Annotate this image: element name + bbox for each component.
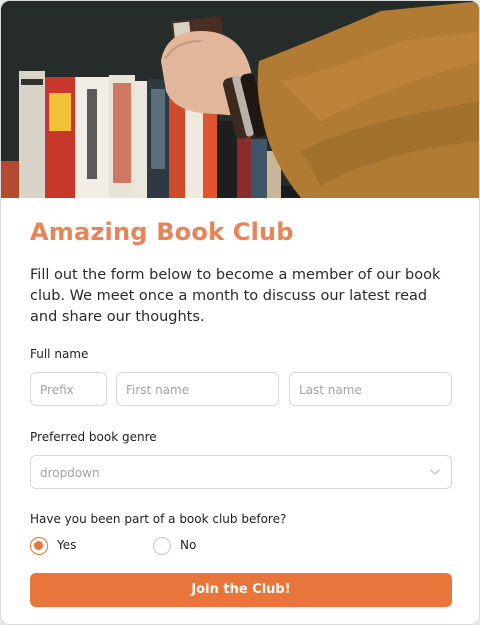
- genre-dropdown[interactable]: dropdown: [30, 455, 452, 489]
- form-area: Amazing Book Club Fill out the form belo…: [1, 198, 479, 624]
- book-club-question: Have you been part of a book club before…: [30, 512, 287, 526]
- join-club-button[interactable]: Join the Club!: [30, 573, 452, 607]
- prefix-input[interactable]: Prefix: [30, 372, 107, 406]
- intro-text: Fill out the form below to become a memb…: [30, 267, 441, 325]
- radio-yes-circle[interactable]: [30, 537, 48, 555]
- signup-card: Amazing Book Club Fill out the form belo…: [0, 0, 480, 625]
- last-name-input[interactable]: Last name: [289, 372, 452, 406]
- hero-image: [1, 1, 479, 198]
- genre-label: Preferred book genre: [30, 430, 157, 444]
- radio-no-circle[interactable]: [153, 537, 171, 555]
- first-name-input[interactable]: First name: [116, 372, 279, 406]
- radio-yes-label: Yes: [57, 538, 77, 552]
- page-title: Amazing Book Club: [30, 218, 294, 246]
- radio-no-label: No: [180, 538, 197, 552]
- full-name-label: Full name: [30, 347, 89, 361]
- radio-no[interactable]: No: [153, 537, 213, 555]
- bookshelf-photo: [1, 1, 479, 198]
- genre-placeholder: dropdown: [40, 466, 100, 480]
- radio-yes[interactable]: Yes: [30, 537, 90, 555]
- chevron-down-icon: [430, 469, 440, 475]
